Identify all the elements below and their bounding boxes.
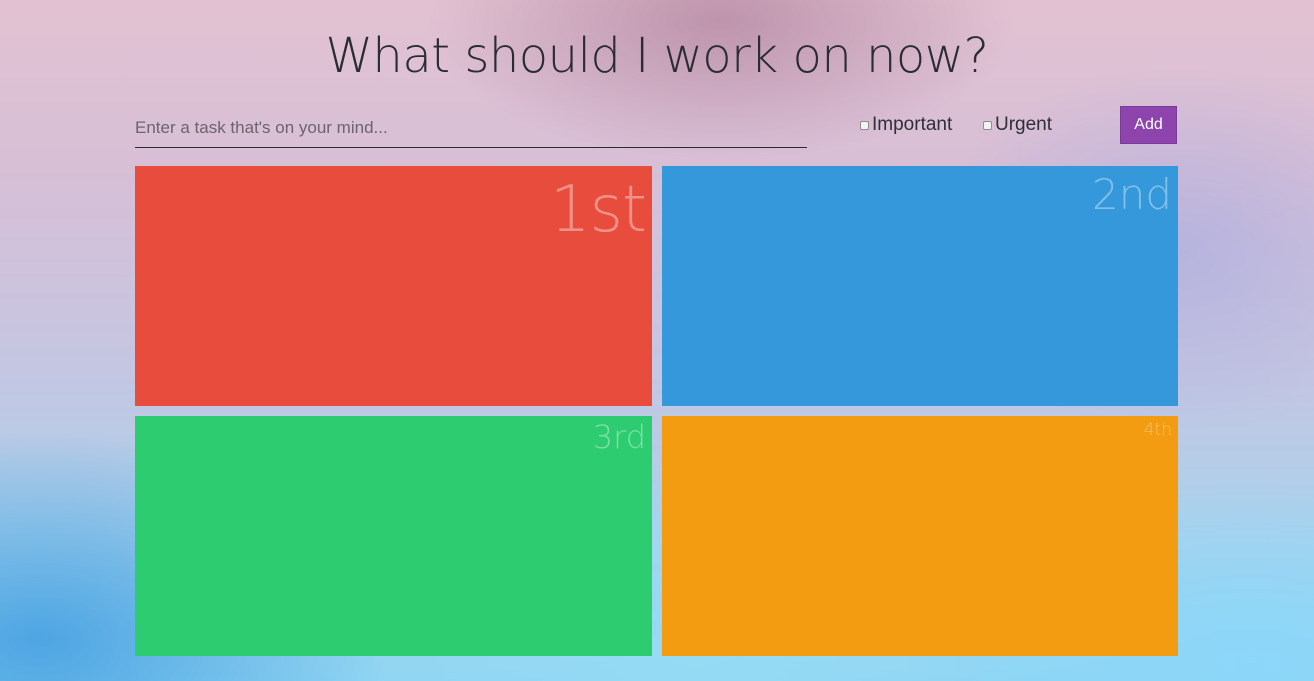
quadrant-label: 1st: [549, 173, 647, 247]
important-checkbox[interactable]: Important: [860, 114, 952, 136]
quadrant-1st: 1st: [135, 166, 652, 406]
quadrant-label: 3rd: [592, 418, 646, 456]
quadrant-2nd: 2nd: [662, 166, 1178, 406]
urgent-label: Urgent: [995, 114, 1053, 135]
quadrant-label: 2nd: [1091, 170, 1172, 219]
task-input[interactable]: [135, 108, 807, 148]
quadrant-label: 4th: [1143, 420, 1172, 440]
add-button[interactable]: Add: [1120, 106, 1177, 144]
urgent-checkbox-box[interactable]: [983, 120, 992, 130]
quadrant-3rd: 3rd: [135, 416, 652, 656]
urgent-checkbox[interactable]: Urgent: [983, 114, 1052, 136]
quadrant-4th: 4th: [662, 416, 1178, 656]
important-checkbox-box[interactable]: [860, 120, 869, 130]
page-title: What should I work on now?: [325, 28, 989, 84]
important-label: Important: [872, 114, 953, 135]
